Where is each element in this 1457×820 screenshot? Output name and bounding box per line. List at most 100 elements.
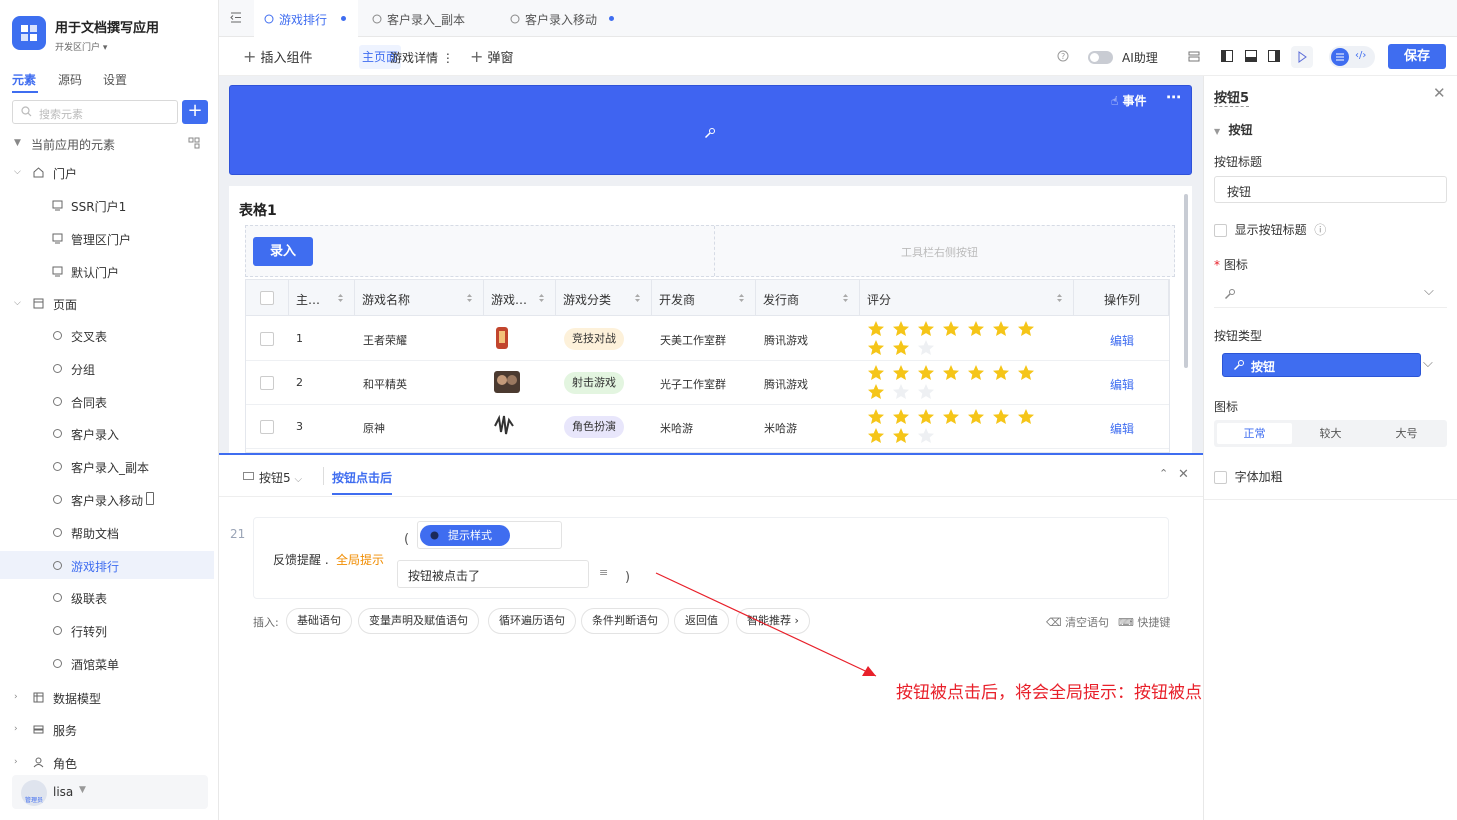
star-rating[interactable] (867, 364, 1047, 404)
tab-customer-entry-copy[interactable]: 客户录入_副本 (362, 0, 494, 37)
insert-component-button[interactable]: + 插入组件 (243, 47, 313, 66)
collapse-all-icon[interactable] (188, 137, 200, 149)
star-filled-icon[interactable] (917, 364, 935, 381)
search-input[interactable]: 搜索元素 (12, 100, 178, 124)
view-mode-switch[interactable]: ‹/› (1329, 46, 1375, 68)
star-filled-icon[interactable] (867, 339, 885, 356)
right-panel-icon[interactable] (1268, 50, 1280, 62)
tree-group-pages[interactable]: ⌵ 页面 (0, 289, 214, 317)
tab-settings[interactable]: 设置 (103, 71, 127, 88)
row-checkbox[interactable] (260, 376, 274, 390)
tree-group-services[interactable]: › 服务 (0, 715, 214, 743)
statement-method[interactable]: 全局提示 (336, 551, 384, 568)
tree-item-page[interactable]: 帮助文档 (0, 518, 214, 546)
popup-button[interactable]: + 弹窗 (470, 47, 514, 66)
portal-selector[interactable]: 开发区门户 ▾ (55, 40, 107, 53)
left-panel-icon[interactable] (1221, 50, 1233, 62)
game-detail-tab[interactable]: 游戏详情 ⋮ (390, 49, 454, 66)
star-filled-icon[interactable] (867, 364, 885, 381)
tree-header[interactable]: ▼ 当前应用的元素 (0, 129, 214, 157)
style-param-box[interactable]: 提示样式 (417, 521, 562, 549)
user-menu[interactable]: 管理员 lisa ▼ (12, 775, 208, 809)
star-filled-icon[interactable] (892, 320, 910, 337)
tree-item-page[interactable]: 酒馆菜单 (0, 649, 214, 677)
column-header[interactable]: 操作列 (1074, 280, 1169, 316)
layout-icon[interactable] (1188, 51, 1200, 62)
star-filled-icon[interactable] (892, 364, 910, 381)
event-tab-after-click[interactable]: 按钮点击后 (332, 469, 392, 486)
table-row[interactable]: 3 原神 角色扮演 米哈游 米哈游 编辑 (246, 405, 1169, 449)
close-icon[interactable]: ✕ (1433, 84, 1446, 102)
tree-item-page[interactable]: 交叉表 (0, 321, 214, 349)
show-caption-option[interactable]: 显示按钮标题 ⓘ (1214, 221, 1326, 238)
star-empty-icon[interactable] (917, 339, 935, 356)
collapse-up-icon[interactable]: ⌃ (1159, 467, 1168, 480)
canvas-scrollbar[interactable] (1184, 194, 1188, 368)
insert-chip[interactable]: 循环遍历语句 (488, 608, 576, 634)
bold-option[interactable]: 字体加粗 (1214, 468, 1283, 485)
show-caption-checkbox[interactable] (1214, 224, 1227, 237)
sort-icon[interactable] (337, 293, 344, 303)
star-filled-icon[interactable] (992, 408, 1010, 425)
star-filled-icon[interactable] (867, 383, 885, 400)
star-filled-icon[interactable] (867, 320, 885, 337)
star-filled-icon[interactable] (892, 339, 910, 356)
column-header[interactable]: 开发商 (652, 280, 756, 316)
table-row[interactable]: 1 王者荣耀 竞技对战 天美工作室群 腾讯游戏 编辑 (246, 317, 1169, 361)
star-filled-icon[interactable] (942, 320, 960, 337)
column-header[interactable]: 游戏… (484, 280, 556, 316)
sort-icon[interactable] (1056, 293, 1063, 303)
star-filled-icon[interactable] (1017, 408, 1035, 425)
tree-item-page[interactable]: 行转列 (0, 616, 214, 644)
row-checkbox[interactable] (260, 332, 274, 346)
tab-elements[interactable]: 元素 (12, 71, 36, 88)
tree-item-page[interactable]: 级联表 (0, 583, 214, 611)
tree-item-page[interactable]: 客户录入_副本 (0, 452, 214, 480)
edit-link[interactable]: 编辑 (1110, 332, 1134, 349)
tree-group-portal[interactable]: ⌵ 门户 (0, 158, 214, 186)
message-param-input[interactable]: 按钮被点击了 (397, 560, 589, 588)
shortcut-button[interactable]: ⌨ 快捷键 (1118, 614, 1170, 630)
sort-icon[interactable] (466, 293, 473, 303)
more-horizontal-icon[interactable]: ⋯ (1166, 88, 1181, 106)
star-rating[interactable] (867, 408, 1047, 448)
sort-icon[interactable] (842, 293, 849, 303)
star-filled-icon[interactable] (942, 408, 960, 425)
tree-group-roles[interactable]: › 角色 (0, 748, 214, 776)
event-button[interactable]: ☝ 事件 (1111, 92, 1147, 109)
star-filled-icon[interactable] (1017, 364, 1035, 381)
tab-game-ranking[interactable]: 游戏排行 (254, 0, 358, 37)
select-all-checkbox[interactable] (260, 291, 274, 305)
tree-group-data-model[interactable]: › 数据模型 (0, 683, 214, 711)
star-rating[interactable] (867, 320, 1047, 360)
column-header[interactable]: 发行商 (756, 280, 860, 316)
star-filled-icon[interactable] (992, 364, 1010, 381)
target-selector[interactable]: 按钮5 ⌵ (259, 469, 302, 486)
edit-link[interactable]: 编辑 (1110, 376, 1134, 393)
column-header[interactable]: 主… (289, 280, 355, 316)
edit-link[interactable]: 编辑 (1110, 420, 1134, 437)
tree-item-page[interactable]: 客户录入 (0, 419, 214, 447)
preview-button[interactable] (1291, 46, 1313, 68)
tree-item-page[interactable]: 合同表 (0, 387, 214, 415)
design-mode-icon[interactable] (1331, 48, 1349, 66)
style-param-pill[interactable]: 提示样式 (420, 525, 510, 546)
code-mode-icon[interactable]: ‹/› (1355, 50, 1366, 61)
size-large[interactable]: 较大 (1293, 423, 1368, 444)
tree-item-portal[interactable]: SSR门户1 (0, 191, 214, 219)
sort-icon[interactable] (538, 293, 545, 303)
section-header[interactable]: ▼ 按钮 (1214, 121, 1253, 138)
table-row[interactable]: 2 和平精英 射击游戏 光子工作室群 腾讯游戏 编辑 (246, 361, 1169, 405)
caption-input[interactable]: 按钮 (1214, 176, 1447, 203)
sort-icon[interactable] (634, 293, 641, 303)
star-filled-icon[interactable] (992, 320, 1010, 337)
row-checkbox[interactable] (260, 420, 274, 434)
star-filled-icon[interactable] (1017, 320, 1035, 337)
star-filled-icon[interactable] (892, 427, 910, 444)
tree-item-page[interactable]: 客户录入移动 (0, 485, 214, 513)
tab-source[interactable]: 源码 (58, 71, 82, 88)
star-filled-icon[interactable] (917, 408, 935, 425)
size-xlarge[interactable]: 大号 (1369, 423, 1444, 444)
button-type-select[interactable]: 按钮 (1222, 353, 1421, 377)
entry-button[interactable]: 录入 (253, 237, 313, 266)
